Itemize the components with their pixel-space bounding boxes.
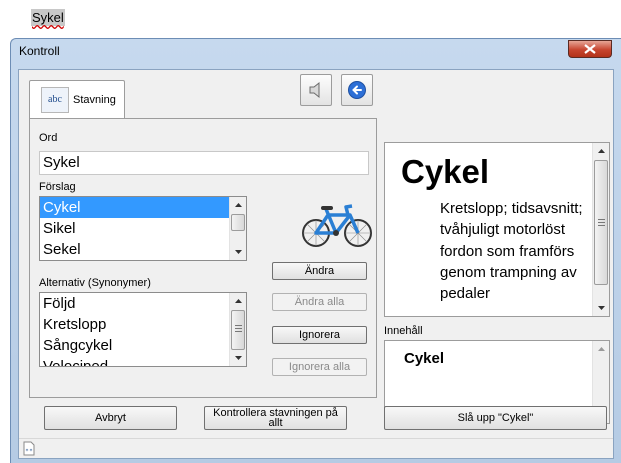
list-item[interactable]: Velociped — [40, 356, 246, 366]
scroll-thumb[interactable] — [231, 214, 245, 231]
list-item[interactable]: Följd — [40, 293, 246, 314]
dictionary-definition: Kretslopp; tidsavsnitt; tvåhjuligt motor… — [440, 200, 583, 303]
dialog-title: Kontroll — [19, 44, 60, 58]
suggestions-label: Förslag — [39, 181, 76, 193]
list-item[interactable]: Cykel — [40, 197, 230, 218]
spellcheck-dialog: Kontroll abc Stavning Ord Sykel Förslag — [10, 38, 621, 463]
back-button[interactable] — [341, 74, 373, 106]
change-all-button[interactable]: Ändra alla — [272, 293, 367, 311]
status-bar — [19, 438, 613, 458]
scroll-up-icon[interactable] — [593, 341, 609, 357]
suggestions-list[interactable]: Cykel Sikel Sekel — [39, 196, 247, 261]
ignore-button[interactable]: Ignorera — [272, 326, 367, 344]
tab-stavning[interactable]: abc Stavning — [29, 80, 125, 119]
speaker-icon — [309, 81, 320, 99]
document-misspelled-word[interactable]: Sykel — [31, 9, 65, 26]
dictionary-view: Cykel Kretslopp; tidsavsnitt; tvåhjuligt… — [384, 142, 610, 317]
suggestions-scrollbar[interactable] — [229, 197, 246, 260]
spelling-panel: Ord Sykel Förslag Cykel Sikel Sekel Alte… — [29, 118, 377, 398]
contents-item[interactable]: Cykel — [404, 350, 444, 367]
back-arrow-icon — [348, 81, 366, 99]
dialog-body: abc Stavning Ord Sykel Förslag Cykel Sik… — [18, 69, 614, 459]
contents-label: Innehåll — [384, 325, 423, 337]
abc-spelling-icon: abc — [41, 87, 69, 113]
lookup-button[interactable]: Slå upp "Cykel" — [384, 406, 607, 430]
list-item[interactable]: Kretslopp — [40, 314, 246, 335]
tab-stavning-label: Stavning — [73, 94, 116, 106]
scroll-up-icon[interactable] — [593, 143, 609, 159]
speak-button[interactable] — [300, 74, 332, 106]
synonyms-list[interactable]: Följd Kretslopp Sångcykel Velociped — [39, 292, 247, 367]
scroll-up-icon[interactable] — [230, 293, 246, 309]
word-label: Ord — [39, 132, 58, 144]
list-item[interactable]: Sikel — [40, 218, 246, 239]
scroll-down-icon[interactable] — [230, 350, 246, 366]
check-all-button[interactable]: Kontrollera stavningen på allt — [204, 406, 347, 430]
synonyms-scrollbar[interactable] — [229, 293, 246, 366]
word-input[interactable]: Sykel — [39, 151, 369, 175]
synonyms-label: Alternativ (Synonymer) — [39, 277, 151, 289]
change-button[interactable]: Ändra — [272, 262, 367, 280]
scroll-thumb[interactable] — [231, 310, 245, 350]
scroll-thumb[interactable] — [594, 160, 608, 285]
cancel-button[interactable]: Avbryt — [44, 406, 177, 430]
scroll-down-icon[interactable] — [230, 244, 246, 260]
close-button[interactable] — [568, 40, 612, 58]
close-icon — [584, 44, 596, 54]
document-icon — [23, 441, 35, 456]
bicycle-icon — [302, 204, 372, 247]
dictionary-scrollbar[interactable] — [592, 143, 609, 316]
scroll-up-icon[interactable] — [230, 197, 246, 213]
scroll-down-icon[interactable] — [593, 300, 609, 316]
list-item[interactable]: Sekel — [40, 239, 246, 260]
list-item[interactable]: Sångcykel — [40, 335, 246, 356]
dictionary-headword: Cykel — [401, 153, 490, 190]
ignore-all-button[interactable]: Ignorera alla — [272, 358, 367, 376]
